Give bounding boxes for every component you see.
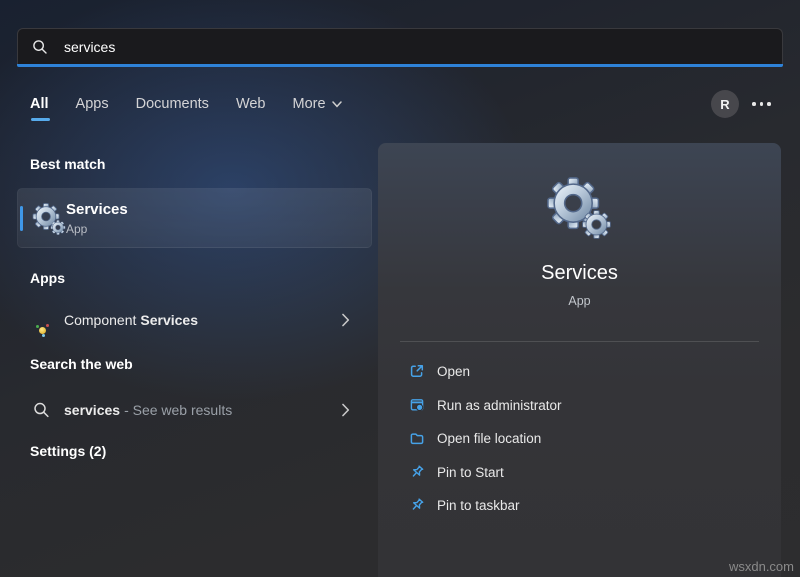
search-icon	[33, 402, 50, 419]
run-as-admin-icon	[408, 397, 425, 414]
chevron-right-icon	[342, 404, 350, 417]
pin-icon	[408, 497, 425, 514]
watermark: wsxdn.com	[729, 559, 794, 574]
action-open-file-location[interactable]: Open file location	[408, 426, 541, 450]
section-header-web: Search the web	[30, 356, 133, 372]
best-match-result[interactable]: Services App	[17, 188, 372, 248]
filter-tabs: All Apps Documents Web More	[30, 96, 342, 112]
action-run-as-administrator[interactable]: Run as administrator	[408, 393, 562, 417]
action-label: Run as administrator	[437, 398, 562, 413]
result-component-services[interactable]: ComponentServices	[17, 298, 372, 342]
result-text-regular: Component	[64, 312, 136, 328]
section-header-apps: Apps	[30, 270, 65, 286]
section-header-settings: Settings (2)	[30, 443, 106, 459]
folder-icon	[408, 430, 425, 447]
search-box-underline	[17, 64, 783, 67]
active-tab-indicator	[31, 118, 50, 121]
preview-subtitle: App	[378, 294, 781, 308]
tab-all[interactable]: All	[30, 96, 49, 112]
search-bar[interactable]	[17, 28, 783, 65]
search-input[interactable]	[62, 38, 768, 56]
section-header-best-match: Best match	[30, 156, 105, 172]
best-match-subtitle: App	[66, 222, 87, 236]
tab-apps[interactable]: Apps	[76, 96, 109, 112]
action-open[interactable]: Open	[408, 359, 470, 383]
divider	[400, 341, 759, 342]
services-gears-icon-large	[546, 175, 612, 241]
search-flyout: All Apps Documents Web More R Best match…	[0, 0, 800, 577]
services-gears-icon	[32, 202, 66, 236]
search-icon	[32, 39, 48, 55]
tab-more-label: More	[293, 96, 326, 112]
best-match-title: Services	[66, 201, 128, 218]
chevron-down-icon	[332, 101, 342, 108]
action-label: Open file location	[437, 431, 541, 446]
action-label: Pin to taskbar	[437, 498, 520, 513]
pin-icon	[408, 464, 425, 481]
user-avatar[interactable]: R	[711, 90, 739, 118]
tab-documents[interactable]: Documents	[136, 96, 209, 112]
result-web-search[interactable]: services- See web results	[17, 388, 372, 432]
chevron-right-icon	[342, 314, 350, 327]
action-label: Open	[437, 364, 470, 379]
selection-accent-bar	[20, 206, 23, 231]
open-external-icon	[408, 363, 425, 380]
web-suffix: - See web results	[124, 402, 232, 418]
action-pin-to-start[interactable]: Pin to Start	[408, 460, 504, 484]
preview-title: Services	[378, 262, 781, 285]
web-query: services	[64, 402, 120, 418]
tab-web[interactable]: Web	[236, 96, 266, 112]
preview-panel: Services App Open Run as administrator	[378, 143, 781, 577]
action-label: Pin to Start	[437, 465, 504, 480]
tab-more[interactable]: More	[293, 96, 342, 112]
more-options-icon[interactable]	[752, 101, 778, 107]
result-text-match: Services	[140, 312, 198, 328]
action-pin-to-taskbar[interactable]: Pin to taskbar	[408, 493, 520, 517]
